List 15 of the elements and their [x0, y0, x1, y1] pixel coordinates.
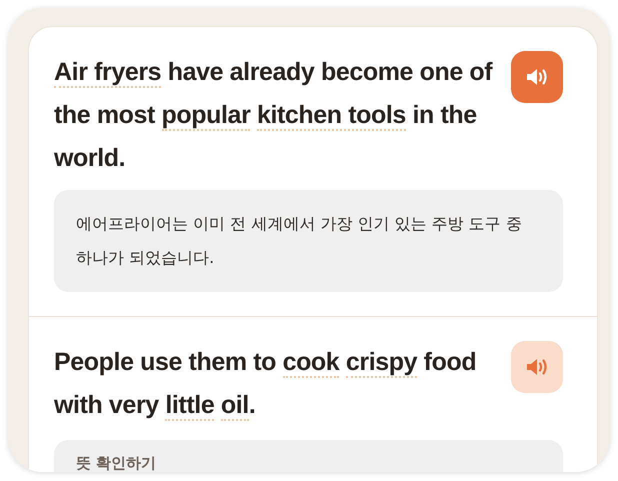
translation-text: 에어프라이어는 이미 전 세계에서 가장 인기 있는 주방 도구 중 하나가 되었습니다. — [54, 190, 563, 292]
reveal-meaning-button[interactable]: 뜻 확인하기 — [54, 440, 563, 472]
english-sentence: Air fryers have already become one of the most popular kitchen tools in the world. — [54, 57, 494, 174]
vocab-word[interactable]: Air fryers — [54, 58, 162, 88]
speaker-button[interactable] — [511, 51, 563, 103]
speaker-button[interactable] — [511, 341, 563, 393]
vocab-word[interactable]: oil — [220, 391, 249, 421]
speaker-icon — [525, 67, 549, 87]
speaker-icon — [525, 357, 549, 377]
english-sentence: People use them to cook crispy food with very little oil. — [54, 347, 478, 423]
vocab-word[interactable]: cook — [282, 348, 340, 378]
vocab-word[interactable]: kitchen tools — [256, 101, 406, 131]
vocab-word[interactable]: little — [165, 391, 214, 421]
vocab-word[interactable]: crispy — [346, 348, 418, 378]
vocab-word[interactable]: popular — [162, 101, 250, 131]
